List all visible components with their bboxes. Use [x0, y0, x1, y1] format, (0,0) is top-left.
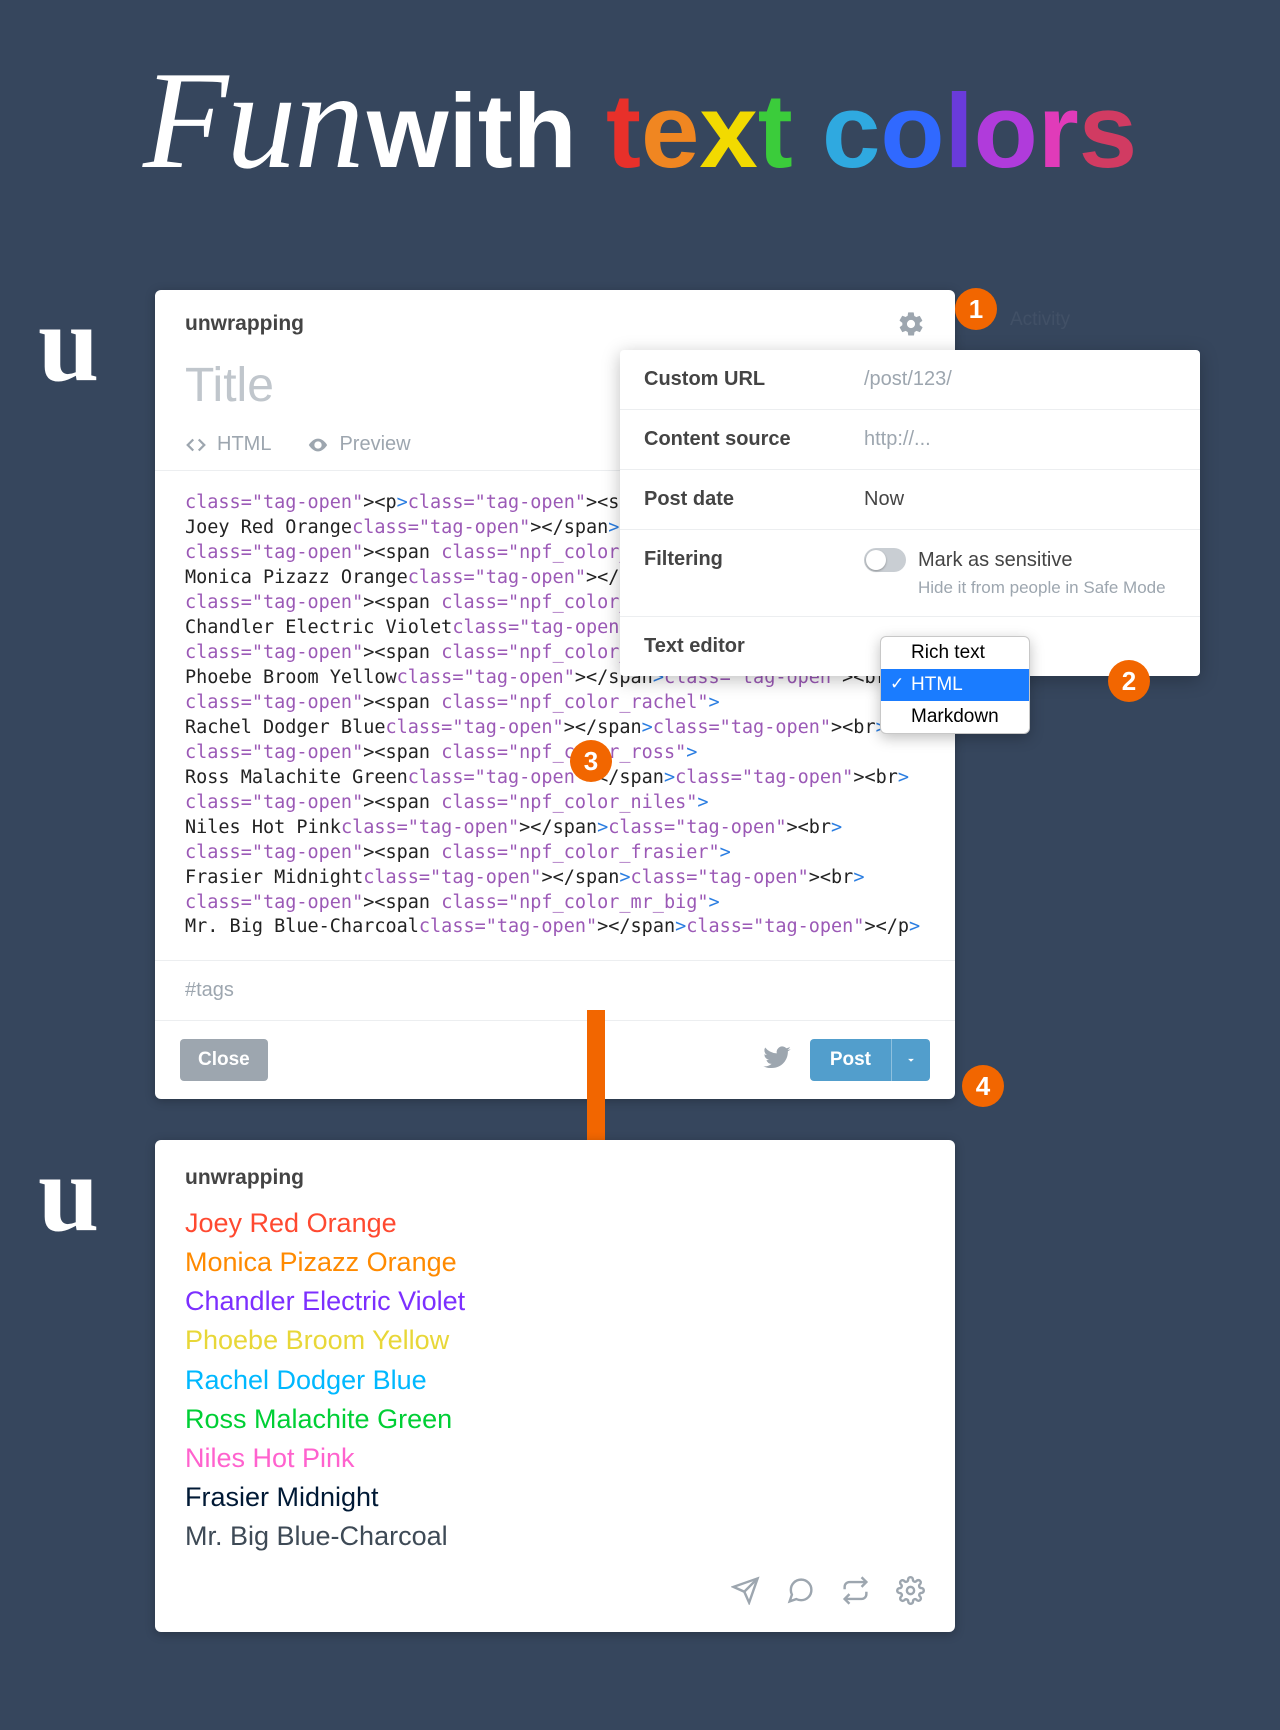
- mode-preview-label: Preview: [339, 433, 410, 456]
- reply-icon[interactable]: [786, 1576, 815, 1610]
- sensitive-sub: Hide it from people in Safe Mode: [864, 578, 1176, 598]
- editor-option[interactable]: Rich text: [881, 637, 1029, 669]
- step-badge-3: 3: [570, 740, 612, 782]
- twitter-icon[interactable]: [762, 1043, 792, 1078]
- post-button[interactable]: Post: [810, 1039, 930, 1081]
- result-line: Ross Malachite Green: [185, 1400, 925, 1439]
- editor-option[interactable]: HTML: [881, 669, 1029, 701]
- content-source-label: Content source: [644, 428, 864, 451]
- filtering-label: Filtering: [644, 548, 864, 571]
- post-date-label: Post date: [644, 488, 864, 511]
- avatar: u: [38, 288, 99, 398]
- activity-ghost-text: Activity: [1010, 309, 1070, 331]
- tags-input[interactable]: #tags: [155, 960, 955, 1020]
- post-button-dropdown[interactable]: [891, 1039, 930, 1081]
- page-title: Fun with text colors: [0, 40, 1280, 201]
- content-source-input[interactable]: http://...: [864, 428, 1176, 451]
- reblog-icon[interactable]: [841, 1576, 870, 1610]
- editor-option[interactable]: Markdown: [881, 701, 1029, 733]
- text-editor-menu[interactable]: Rich textHTMLMarkdown: [880, 636, 1030, 734]
- result-post: unwrapping Joey Red OrangeMonica Pizazz …: [155, 1140, 955, 1632]
- result-line: Rachel Dodger Blue: [185, 1361, 925, 1400]
- settings-popover: Custom URL /post/123/ Content source htt…: [620, 350, 1200, 676]
- result-body: Joey Red OrangeMonica Pizazz OrangeChand…: [185, 1204, 925, 1556]
- text-editor-label: Text editor: [644, 635, 864, 658]
- mode-preview[interactable]: Preview: [307, 433, 410, 456]
- blog-name[interactable]: unwrapping: [185, 312, 304, 336]
- result-blog-name[interactable]: unwrapping: [185, 1166, 925, 1190]
- title-colored: text colors: [606, 154, 1137, 171]
- share-icon[interactable]: [731, 1576, 760, 1610]
- result-line: Phoebe Broom Yellow: [185, 1321, 925, 1360]
- result-line: Joey Red Orange: [185, 1204, 925, 1243]
- close-button[interactable]: Close: [180, 1039, 268, 1081]
- mode-html-label: HTML: [217, 433, 271, 456]
- gear-icon[interactable]: [897, 310, 925, 338]
- result-line: Chandler Electric Violet: [185, 1282, 925, 1321]
- sensitive-toggle[interactable]: [864, 548, 906, 572]
- custom-url-label: Custom URL: [644, 368, 864, 391]
- result-line: Frasier Midnight: [185, 1478, 925, 1517]
- step-badge-1: 1: [955, 288, 997, 330]
- result-line: Niles Hot Pink: [185, 1439, 925, 1478]
- avatar: u: [38, 1138, 99, 1248]
- settings-icon[interactable]: [896, 1576, 925, 1610]
- result-line: Mr. Big Blue-Charcoal: [185, 1517, 925, 1556]
- result-line: Monica Pizazz Orange: [185, 1243, 925, 1282]
- title-script: Fun: [143, 43, 363, 198]
- custom-url-input[interactable]: /post/123/: [864, 368, 1176, 391]
- mode-html[interactable]: HTML: [185, 433, 271, 456]
- post-button-label: Post: [810, 1039, 891, 1081]
- step-badge-4: 4: [962, 1065, 1004, 1107]
- sensitive-label: Mark as sensitive: [918, 549, 1073, 572]
- post-date-value[interactable]: Now: [864, 488, 1176, 511]
- step-badge-2: 2: [1108, 660, 1150, 702]
- title-plain: with: [367, 73, 606, 190]
